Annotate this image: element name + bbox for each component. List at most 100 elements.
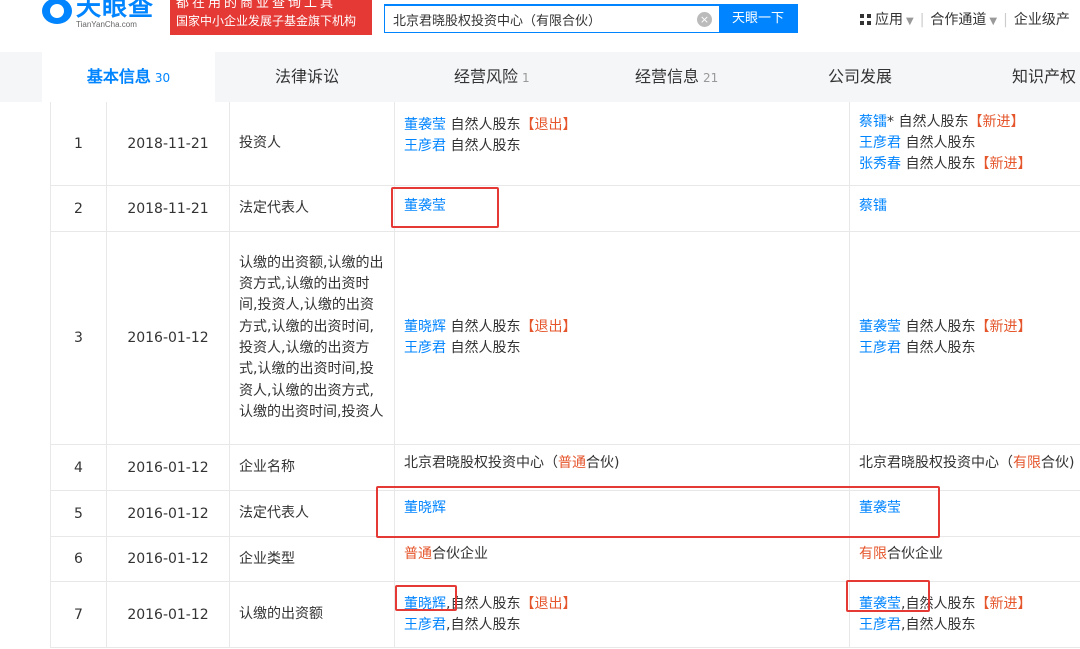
list-item: 王彦君 自然人股东 <box>859 338 1080 359</box>
name-part: 北京君晓股权投资中心（ <box>859 455 1013 471</box>
table-row: 3 2016-01-12 认缴的出资额,认缴的出资方式,认缴的出资时间,投资人,… <box>50 232 1080 445</box>
change-item-text: 认缴的出资额 <box>239 606 323 622</box>
change-item: 认缴的出资额,认缴的出资方式,认缴的出资时间,投资人,认缴的出资方式,认缴的出资… <box>230 232 395 444</box>
status-tag: 【新进】 <box>975 319 1032 335</box>
before-change: 普通合伙企业 <box>395 537 850 581</box>
row-number: 5 <box>50 491 107 536</box>
search-input[interactable] <box>385 6 715 32</box>
caret-down-icon: ▼ <box>989 16 998 27</box>
list-item: 王彦君 自然人股东 <box>404 136 849 157</box>
after-change: 北京君晓股权投资中心（有限合伙) <box>850 445 1080 490</box>
logo-text: 天眼查 <box>76 0 155 21</box>
table-row: 1 2018-11-21 投资人 董袭莹 自然人股东【退出】 王彦君 自然人股东… <box>50 102 1080 186</box>
tab-ip[interactable]: 知识产权 <box>1012 52 1076 102</box>
shareholder-link[interactable]: 王彦君 <box>859 135 901 151</box>
tab-label: 经营风险 <box>454 67 519 86</box>
role-text: 自然人股东 <box>905 319 976 335</box>
tab-count: 1 <box>522 71 530 85</box>
change-item-text: 认缴的出资额,认缴的出资方式,认缴的出资时间,投资人,认缴的出资方式,认缴的出资… <box>239 254 384 420</box>
change-date: 2018-11-21 <box>107 186 230 231</box>
name-part: 合伙) <box>586 455 620 471</box>
row-number: 4 <box>50 445 107 490</box>
change-date: 2016-01-12 <box>107 232 230 444</box>
nav-apps[interactable]: 应用 ▼ <box>860 9 914 29</box>
tab-basic-info[interactable]: 基本信息 30 <box>42 52 215 102</box>
changed-highlight: 普通 <box>558 455 586 471</box>
change-date: 2016-01-12 <box>107 445 230 490</box>
top-nav: 应用 ▼ | 合作通道 ▼ | 企业级产 <box>860 9 1070 29</box>
search-box: × 天眼一下 <box>384 4 798 33</box>
promo-line1: 都在用的商业查询工具 <box>176 0 337 11</box>
role-text: * 自然人股东 <box>887 114 969 130</box>
section-tabs: 基本信息 30 法律诉讼 经营风险 1 经营信息 21 公司发展 知识产权 <box>0 52 1080 102</box>
nav-partner[interactable]: 合作通道 ▼ <box>930 9 997 29</box>
tab-label: 法律诉讼 <box>275 67 340 86</box>
shareholder-link[interactable]: 王彦君 <box>404 340 446 356</box>
clear-search-icon[interactable]: × <box>697 12 712 27</box>
shareholder-link[interactable]: 张秀春 <box>859 156 901 172</box>
tab-legal[interactable]: 法律诉讼 <box>275 52 339 102</box>
changed-highlight: 有限 <box>859 546 887 562</box>
row-number: 6 <box>50 537 107 581</box>
change-item: 企业名称 <box>230 445 395 490</box>
row-number: 2 <box>50 186 107 231</box>
shareholder-link[interactable]: 蔡镭 <box>859 114 887 130</box>
shareholder-link[interactable]: 王彦君 <box>404 617 446 633</box>
annotation-box <box>376 486 940 538</box>
company-name-after: 北京君晓股权投资中心（有限合伙) <box>859 453 1080 474</box>
role-text: ,自然人股东 <box>446 595 521 612</box>
role-text: 自然人股东 <box>450 138 521 154</box>
change-item: 认缴的出资额 <box>230 582 395 647</box>
role-text: 自然人股东 <box>905 135 976 151</box>
tab-development[interactable]: 公司发展 <box>828 52 892 102</box>
list-item: 张秀春 自然人股东【新进】 <box>859 154 1080 175</box>
status-tag: 【新进】 <box>968 114 1025 130</box>
before-change: 董袭莹 自然人股东【退出】 王彦君 自然人股东 <box>395 102 850 185</box>
shareholder-link[interactable]: 董袭莹 <box>859 319 901 335</box>
tab-count: 30 <box>154 71 171 85</box>
tab-label: 公司发展 <box>828 67 893 86</box>
before-change: 董晓辉,自然人股东【退出】 王彦君,自然人股东 <box>395 582 850 647</box>
role-text: 自然人股东 <box>450 319 521 335</box>
legal-rep-link[interactable]: 蔡镭 <box>859 198 887 214</box>
tianyancha-logo[interactable]: 天眼查 TianYanCha.com <box>42 0 166 36</box>
before-change: 北京君晓股权投资中心（普通合伙) <box>395 445 850 490</box>
change-item: 法定代表人 <box>230 491 395 536</box>
change-item-text: 企业名称 <box>239 459 295 475</box>
role-text: 自然人股东 <box>450 117 521 133</box>
after-change: 蔡镭 <box>850 186 1080 231</box>
logo-subtext: TianYanCha.com <box>76 20 137 29</box>
after-change: 董袭莹 自然人股东【新进】 王彦君 自然人股东 <box>850 232 1080 444</box>
change-item: 法定代表人 <box>230 186 395 231</box>
shareholder-link[interactable]: 王彦君 <box>859 617 901 633</box>
list-item: 王彦君,自然人股东 <box>859 615 1080 636</box>
shareholder-link[interactable]: 王彦君 <box>404 138 446 154</box>
row-number: 7 <box>50 582 107 647</box>
company-name-before: 北京君晓股权投资中心（普通合伙) <box>404 453 849 474</box>
annotation-box <box>846 580 930 612</box>
list-item: 蔡镭* 自然人股东【新进】 <box>859 112 1080 133</box>
shareholder-link[interactable]: 董晓辉 <box>404 319 446 335</box>
list-item: 董晓辉,自然人股东【退出】 <box>404 594 849 615</box>
shareholder-link[interactable]: 王彦君 <box>859 340 901 356</box>
role-text: 自然人股东 <box>905 340 976 356</box>
changed-highlight: 普通 <box>404 546 432 562</box>
search-button[interactable]: 天眼一下 <box>719 4 797 33</box>
annotation-box <box>395 585 457 611</box>
list-item: 董袭莹 自然人股东【新进】 <box>859 317 1080 338</box>
table-row: 6 2016-01-12 企业类型 普通合伙企业 有限合伙企业 <box>50 537 1080 582</box>
tab-risk[interactable]: 经营风险 1 <box>454 52 530 102</box>
promo-line2: 国家中小企业发展子基金旗下机构 <box>176 14 357 28</box>
nav-apps-label: 应用 <box>875 12 903 28</box>
tab-operation[interactable]: 经营信息 21 <box>635 52 718 102</box>
eye-logo-icon <box>42 0 72 24</box>
change-item-text: 企业类型 <box>239 550 295 567</box>
nav-enterprise[interactable]: 企业级产 <box>1014 9 1070 29</box>
shareholder-link[interactable]: 董袭莹 <box>404 117 446 133</box>
status-tag: 【新进】 <box>975 595 1032 612</box>
change-date: 2018-11-21 <box>107 102 230 185</box>
company-type-text: 合伙企业 <box>887 546 943 562</box>
list-item: 王彦君 自然人股东 <box>859 133 1080 154</box>
change-item-text: 法定代表人 <box>239 505 309 521</box>
change-item: 投资人 <box>230 102 395 185</box>
